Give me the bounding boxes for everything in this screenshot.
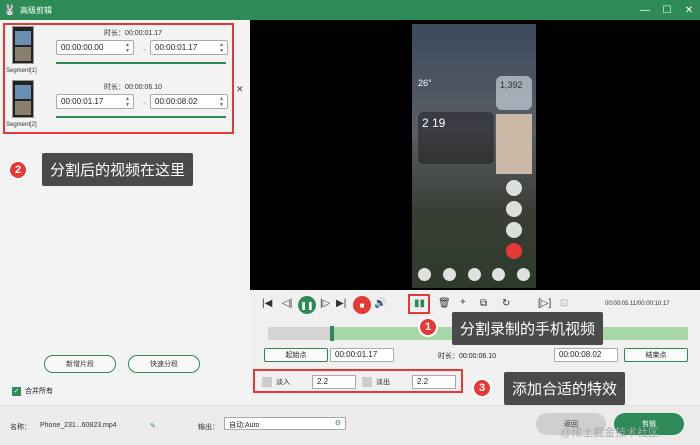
skip-start-icon[interactable]: |◀ [262,298,272,309]
window-title: 高级剪辑 [20,5,52,15]
bunny-logo-icon: 🐰 [3,4,17,16]
photo-widget [496,114,532,174]
highlight-box-effects [253,369,463,393]
annotation-tooltip: 添加合适的特效 [504,372,626,405]
edit-icon[interactable]: ✎ [150,422,156,430]
output-select[interactable]: 自动;Auto ⚙ [224,417,346,430]
annotation-tooltip: 分割后的视频在这里 [42,153,194,186]
crop-icon[interactable]: [▷] [538,298,551,309]
snapshot-icon[interactable]: ⊡ [560,298,568,309]
delete-icon[interactable]: 🗑 [438,298,451,309]
window-controls: — ☐ ✕ [634,0,700,20]
close-icon[interactable]: ✕ [678,0,700,20]
trim-duration: 时长：00:00:06.10 [438,353,496,360]
quick-split-button[interactable]: 快速分段 [128,355,200,373]
app-icons [496,180,532,270]
app-dock [418,268,530,282]
stop-button[interactable]: ■ [353,296,371,314]
file-name: Phone_231...60823.mp4 [40,422,117,429]
merge-all-checkbox[interactable]: ✓ 合并所有 [12,386,53,396]
volume-icon[interactable]: 🔊 [374,298,386,309]
rotate-icon[interactable]: ↻ [502,298,510,309]
trim-start-input[interactable]: 00:00:01.17 [330,348,394,362]
annotation-badge: 1 [418,317,438,337]
set-end-button[interactable]: 结束点 [624,348,688,362]
watermark: @稀土掘金技术社区 [560,427,660,439]
phone-video-frame: 26° 1,392 2 19 [412,24,536,288]
annotation-badge: 2 [8,160,28,180]
pause-button[interactable]: ❚❚ [298,296,316,314]
name-label: 名称： [10,424,31,431]
set-start-button[interactable]: 起始点 [264,348,328,362]
date-widget: 2 19 [418,112,494,164]
annotation-badge: 3 [472,378,492,398]
output-label: 输出： [198,424,219,431]
add-icon[interactable]: + [460,297,466,308]
minimize-icon[interactable]: — [634,0,656,20]
trim-end-input[interactable]: 00:00:08.02 [554,348,618,362]
gear-icon[interactable]: ⚙ [335,419,341,427]
temperature: 26° [418,78,432,88]
check-icon: ✓ [12,386,21,396]
annotation-tooltip: 分割录制的手机视频 [452,312,604,345]
skip-end-icon[interactable]: ▶| [336,298,346,309]
new-segment-button[interactable]: 新增片段 [44,355,116,373]
next-frame-icon[interactable]: |▷ [320,298,330,309]
prev-frame-icon[interactable]: ◁| [282,298,292,309]
maximize-icon[interactable]: ☐ [656,0,678,20]
steps-widget: 1,392 [496,76,532,110]
trim-row: 起始点 00:00:01.17 时长：00:00:06.10 00:00:08.… [262,348,690,364]
title-bar: 🐰 高级剪辑 — ☐ ✕ [0,0,700,20]
time-info: 00:00:05.11/00:00:10.17 [605,301,670,307]
highlight-box-split [408,294,430,314]
timeline-handle[interactable] [330,326,334,341]
remove-segment-icon[interactable]: ✕ [236,84,244,95]
copy-icon[interactable]: ⧉ [480,298,487,309]
highlight-box-segments [3,23,234,134]
